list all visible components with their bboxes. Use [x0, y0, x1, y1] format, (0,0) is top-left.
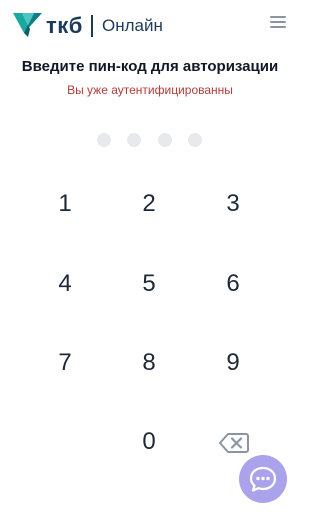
key-5[interactable]: 5 [119, 262, 179, 306]
brand-divider [91, 15, 93, 37]
brand-name: ткб [46, 13, 83, 38]
backspace-icon[interactable] [219, 432, 249, 454]
chat-bubble-icon [249, 466, 277, 492]
pin-dot [188, 133, 202, 147]
key-1[interactable]: 1 [35, 182, 95, 226]
pin-login-screen: ткб Онлайн Введите пин-код для авторизац… [0, 0, 300, 516]
key-0[interactable]: 0 [119, 420, 179, 464]
key-4[interactable]: 4 [35, 262, 95, 306]
header: ткб Онлайн [0, 0, 300, 50]
brand-subtitle: Онлайн [102, 16, 163, 35]
pin-indicator [0, 133, 300, 147]
pin-dot [127, 133, 141, 147]
chat-button[interactable] [239, 455, 287, 503]
pin-dot [158, 133, 172, 147]
key-3[interactable]: 3 [203, 182, 263, 226]
hamburger-menu-icon[interactable] [270, 16, 288, 32]
pin-dot [97, 133, 111, 147]
key-7[interactable]: 7 [35, 341, 95, 385]
auth-error-message: Вы уже аутентифицированны [67, 83, 233, 97]
key-8[interactable]: 8 [119, 341, 179, 385]
pin-title: Введите пин-код для авторизации [21, 58, 279, 75]
tkb-logo-icon [13, 12, 43, 38]
key-2[interactable]: 2 [119, 182, 179, 226]
key-6[interactable]: 6 [203, 262, 263, 306]
key-9[interactable]: 9 [203, 341, 263, 385]
